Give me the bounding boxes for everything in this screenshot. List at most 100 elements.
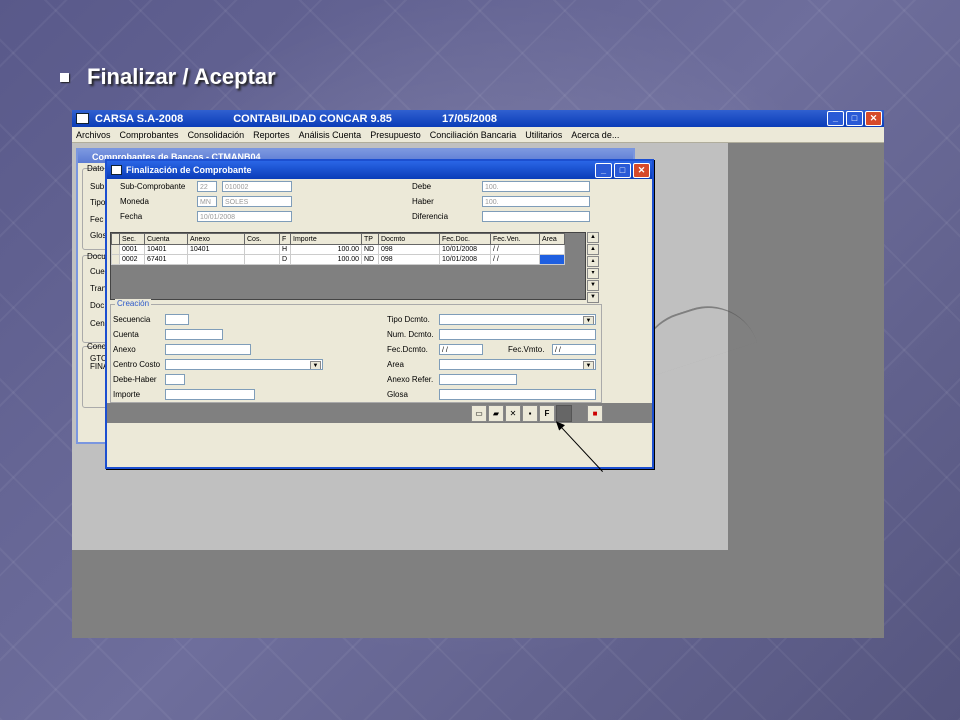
cell-cuenta[interactable]: 67401	[144, 254, 188, 265]
debe-haber-field[interactable]	[165, 374, 185, 385]
chevron-down-icon[interactable]: ▼	[583, 361, 594, 369]
cuenta-field[interactable]	[165, 329, 223, 340]
cell-f[interactable]: D	[279, 254, 291, 265]
menu-acerca[interactable]: Acerca de...	[571, 130, 619, 140]
cell-fec-doc[interactable]: 10/01/2008	[439, 254, 491, 265]
anexo-refer-field[interactable]	[439, 374, 517, 385]
debe-haber-label: Debe-Haber	[113, 375, 157, 384]
row-selector[interactable]	[111, 254, 120, 265]
new-document-icon[interactable]: ▭	[471, 405, 487, 422]
cuenta-label: Cuenta	[113, 330, 139, 339]
fec-dcmto-field[interactable]: / /	[439, 344, 483, 355]
area-label: Area	[387, 360, 404, 369]
cell-cos[interactable]	[244, 254, 280, 265]
centro-costo-label: Centro Costo	[113, 360, 161, 369]
moneda-name-field[interactable]: SOLES	[222, 196, 292, 207]
cell-sec[interactable]: 0001	[119, 244, 145, 255]
cell-docmto[interactable]: 098	[378, 244, 440, 255]
cell-fec-doc[interactable]: 10/01/2008	[439, 244, 491, 255]
first-record-icon[interactable]: ▲	[587, 232, 599, 243]
chevron-down-icon[interactable]: ▼	[310, 361, 321, 369]
menu-archivos[interactable]: Archivos	[76, 130, 111, 140]
finalize-button[interactable]: F	[539, 405, 555, 422]
table-row[interactable]: 0002 67401 D 100.00 ND 098 10/01/2008 / …	[111, 254, 565, 265]
haber-field[interactable]: 100.	[482, 196, 590, 207]
cell-area-selected[interactable]	[539, 254, 565, 265]
num-dcmto-field[interactable]	[439, 329, 596, 340]
cell-fec-ven[interactable]: / /	[490, 254, 540, 265]
menu-utilitarios[interactable]: Utilitarios	[525, 130, 562, 140]
moneda-code-field[interactable]: MN	[197, 196, 217, 207]
col-header[interactable]: Sec.	[119, 233, 145, 245]
area-select[interactable]: ▼	[439, 359, 596, 370]
cell-docmto[interactable]: 098	[378, 254, 440, 265]
col-header[interactable]: F	[279, 233, 291, 245]
table-row[interactable]: 0001 10401 10401 H 100.00 ND 098 10/01/2…	[111, 244, 565, 255]
delete-icon[interactable]: ✕	[505, 405, 521, 422]
workspace-lower	[72, 550, 728, 638]
cell-sec[interactable]: 0002	[119, 254, 145, 265]
col-header[interactable]: Anexo	[187, 233, 245, 245]
col-header[interactable]: Docmto	[378, 233, 440, 245]
minimize-icon[interactable]: _	[827, 111, 844, 126]
slide-title: Finalizar / Aceptar	[60, 64, 276, 90]
cell-tp[interactable]: ND	[361, 254, 379, 265]
col-header[interactable]: Cuenta	[144, 233, 188, 245]
back-label: Docu	[87, 252, 106, 261]
open-folder-icon[interactable]: ▰	[488, 405, 504, 422]
centro-costo-select[interactable]: ▼	[165, 359, 323, 370]
cell-anexo[interactable]	[187, 254, 245, 265]
cell-fec-ven[interactable]: / /	[490, 244, 540, 255]
back-label: Cue	[90, 267, 105, 276]
cell-importe[interactable]: 100.00	[290, 244, 362, 255]
col-header[interactable]: TP	[361, 233, 379, 245]
sub-comprobante-code-field[interactable]: 22	[197, 181, 217, 192]
close-icon[interactable]: ✕	[865, 111, 882, 126]
exit-door-icon[interactable]: ■	[587, 405, 603, 422]
menu-conciliacion[interactable]: Conciliación Bancaria	[430, 130, 517, 140]
tipo-dcmto-select[interactable]: ▼	[439, 314, 596, 325]
cell-f[interactable]: H	[279, 244, 291, 255]
title-company: CARSA S.A-2008	[95, 112, 184, 125]
debe-field[interactable]: 100.	[482, 181, 590, 192]
menu-presupuesto[interactable]: Presupuesto	[370, 130, 421, 140]
col-header[interactable]: Fec.Ven.	[490, 233, 540, 245]
diferencia-field[interactable]	[482, 211, 590, 222]
col-header[interactable]: Cos.	[244, 233, 280, 245]
last-record-icon[interactable]: ▼	[587, 292, 599, 303]
menu-comprobantes[interactable]: Comprobantes	[120, 130, 179, 140]
fecha-field[interactable]: 10/01/2008	[197, 211, 292, 222]
col-header[interactable]: Fec.Doc.	[439, 233, 491, 245]
cell-cos[interactable]	[244, 244, 280, 255]
menu-analisis-cuenta[interactable]: Análisis Cuenta	[299, 130, 362, 140]
glosa-field[interactable]	[439, 389, 596, 400]
row-selector[interactable]	[111, 244, 120, 255]
save-disk-icon[interactable]: ▪	[522, 405, 538, 422]
row-selector-header	[111, 233, 120, 245]
cell-anexo[interactable]: 10401	[187, 244, 245, 255]
maximize-icon[interactable]: □	[614, 162, 631, 178]
menu-consolidacion[interactable]: Consolidación	[188, 130, 245, 140]
page-up-icon[interactable]: ▲	[587, 244, 599, 255]
cell-area[interactable]	[539, 244, 565, 255]
anexo-field[interactable]	[165, 344, 251, 355]
close-icon[interactable]: ✕	[633, 162, 650, 178]
col-header[interactable]: Importe	[290, 233, 362, 245]
cell-cuenta[interactable]: 10401	[144, 244, 188, 255]
page-down-icon[interactable]: ▼	[587, 280, 599, 291]
fec-vmto-field[interactable]: / /	[552, 344, 596, 355]
cell-tp[interactable]: ND	[361, 244, 379, 255]
secuencia-field[interactable]	[165, 314, 189, 325]
chevron-down-icon[interactable]: ▼	[583, 316, 594, 324]
prev-record-icon[interactable]: ▴	[587, 256, 599, 267]
menu-reportes[interactable]: Reportes	[253, 130, 290, 140]
desktop-area	[728, 143, 884, 638]
cell-importe[interactable]: 100.00	[290, 254, 362, 265]
next-record-icon[interactable]: ▾	[587, 268, 599, 279]
importe-field[interactable]	[165, 389, 255, 400]
dialog-title: Finalización de Comprobante	[126, 165, 252, 175]
maximize-icon[interactable]: □	[846, 111, 863, 126]
sub-comprobante-num-field[interactable]: 010002	[222, 181, 292, 192]
col-header[interactable]: Area	[539, 233, 565, 245]
minimize-icon[interactable]: _	[595, 162, 612, 178]
